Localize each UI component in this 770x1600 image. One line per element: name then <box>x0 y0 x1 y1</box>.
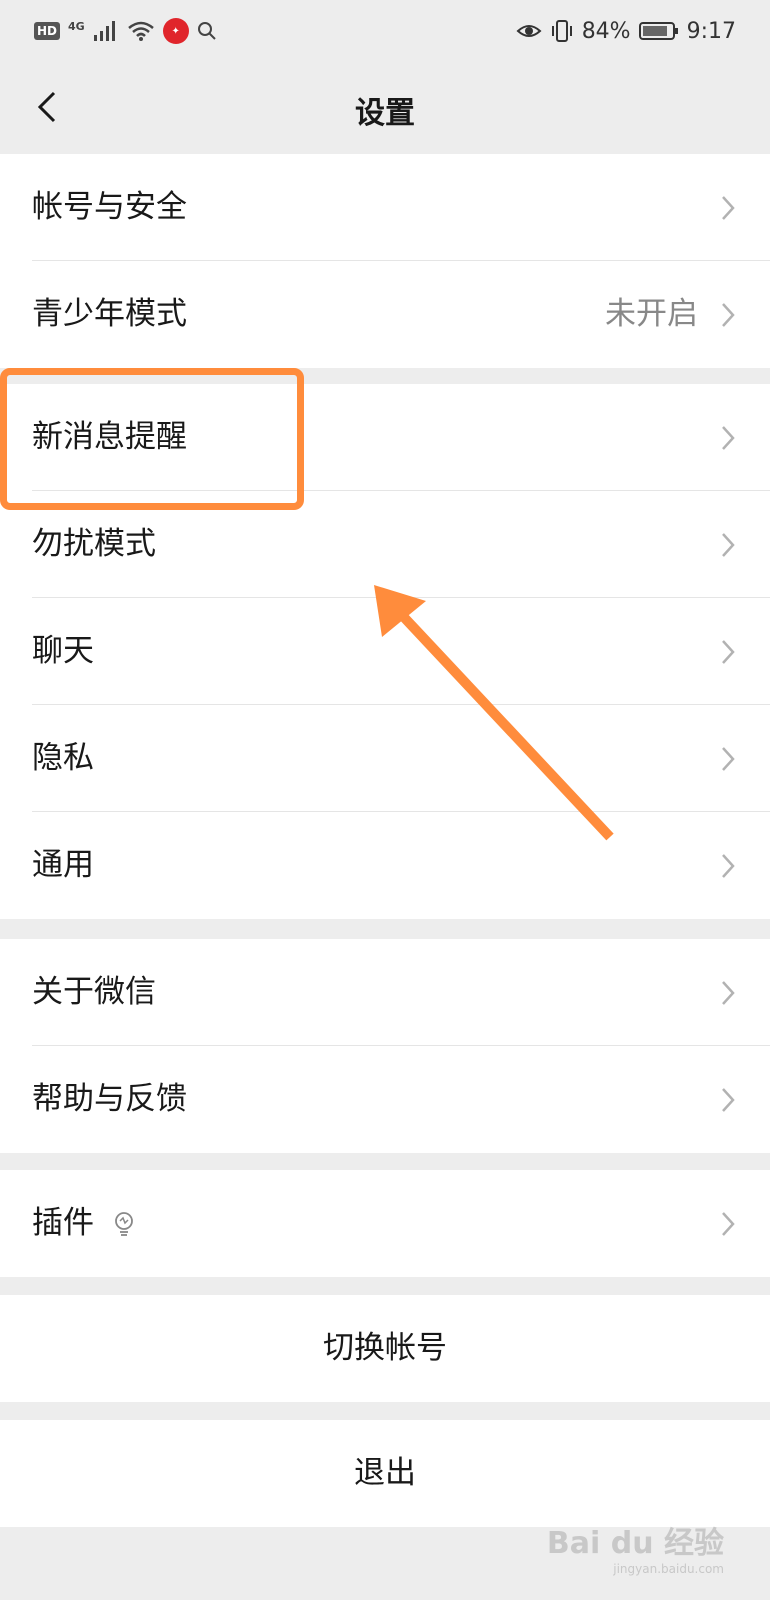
item-label: 插件 <box>32 1205 94 1241</box>
status-bar: HD 4G ✦ 84% 9:17 <box>0 0 770 62</box>
switch-account-button[interactable]: 切换帐号 <box>0 1295 770 1402</box>
settings-group-about: 关于微信 帮助与反馈 <box>0 939 770 1153</box>
item-label: 聊天 <box>32 633 94 669</box>
chevron-right-icon <box>722 747 735 771</box>
eye-icon <box>516 25 542 37</box>
chevron-right-icon <box>722 196 735 220</box>
signal-icon <box>93 21 115 41</box>
clock: 9:17 <box>686 18 736 44</box>
vibrate-icon <box>551 20 572 42</box>
status-left: HD 4G ✦ <box>34 14 217 48</box>
settings-item-about-wechat[interactable]: 关于微信 <box>0 939 770 1046</box>
settings-group-plugins: 插件 <box>0 1170 770 1277</box>
search-icon <box>197 22 216 40</box>
item-value: 未开启 <box>605 296 698 332</box>
page-title: 设置 <box>355 96 415 131</box>
item-label: 帐号与安全 <box>32 189 187 225</box>
chevron-right-icon <box>722 854 735 878</box>
settings-group-account: 帐号与安全 青少年模式 未开启 <box>0 154 770 368</box>
watermark-url: jingyan.baidu.com <box>613 1562 724 1576</box>
wifi-icon <box>127 21 154 41</box>
chevron-right-icon <box>722 640 735 664</box>
battery-percent: 84% <box>581 18 631 44</box>
logout-button[interactable]: 退出 <box>0 1420 770 1527</box>
watermark-brand: Bai du 经验 <box>546 1526 724 1561</box>
annotation-highlight-box <box>0 368 304 510</box>
watermark: Bai du 经验 jingyan.baidu.com <box>547 1518 724 1576</box>
lightbulb-icon <box>115 1212 133 1236</box>
network-label: 4G <box>68 19 85 33</box>
item-label: 青少年模式 <box>32 296 187 332</box>
settings-item-help-feedback[interactable]: 帮助与反馈 <box>0 1046 770 1153</box>
settings-item-plugins[interactable]: 插件 <box>0 1170 770 1277</box>
chevron-right-icon <box>722 981 735 1005</box>
item-label: 关于微信 <box>32 974 156 1010</box>
chevron-right-icon <box>722 426 735 450</box>
item-label: 帮助与反馈 <box>32 1081 187 1117</box>
annotation-arrow-icon <box>374 585 614 841</box>
status-right: 84% 9:17 <box>516 14 736 48</box>
chevron-right-icon <box>722 533 735 557</box>
chevron-right-icon <box>722 1212 735 1236</box>
chevron-right-icon <box>722 1088 735 1112</box>
settings-item-account-security[interactable]: 帐号与安全 <box>0 154 770 261</box>
item-label: 通用 <box>32 847 94 883</box>
hd-badge: HD <box>34 22 61 40</box>
item-label: 隐私 <box>32 740 94 776</box>
settings-item-youth-mode[interactable]: 青少年模式 未开启 <box>0 261 770 368</box>
chevron-right-icon <box>722 303 735 327</box>
nav-bar: 设置 <box>0 62 770 154</box>
app-badge-icon: ✦ <box>162 18 189 44</box>
battery-icon <box>638 22 678 40</box>
